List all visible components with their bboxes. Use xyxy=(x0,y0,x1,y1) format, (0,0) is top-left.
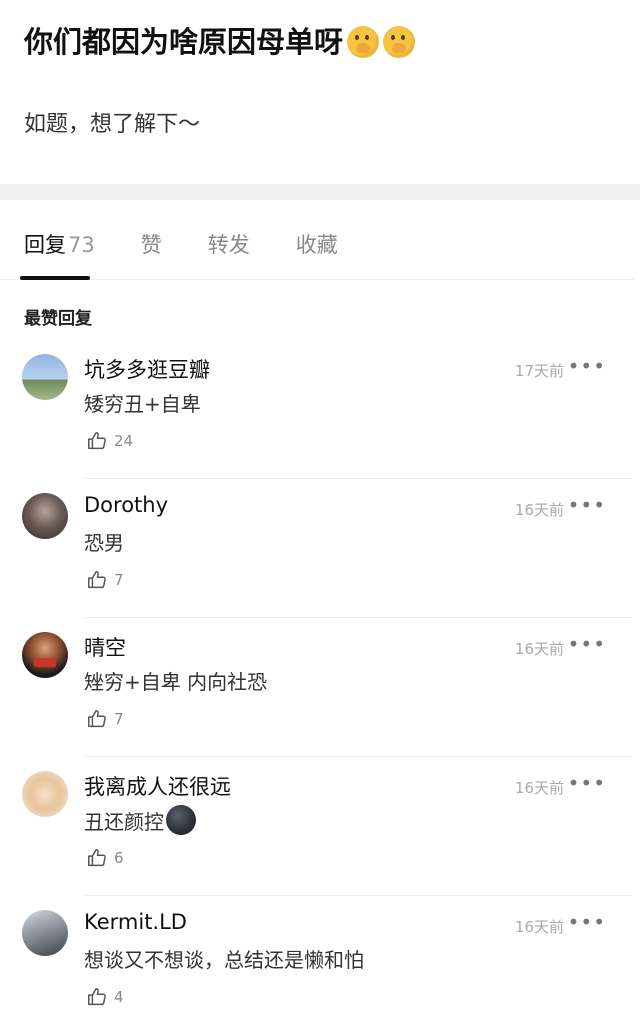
avatar[interactable] xyxy=(22,632,68,678)
comment-text: 丑还颜控 xyxy=(84,809,164,834)
tab-replies[interactable]: 回复73 xyxy=(24,229,95,279)
post-title: 你们都因为啥原因母单呀 xyxy=(24,25,344,59)
avatar[interactable] xyxy=(22,771,68,817)
comment-text: 矮穷丑+自卑 xyxy=(84,392,201,416)
comment-text-row: 丑还颜控 xyxy=(84,805,196,835)
comment-item: Kermit.LD 想谈又不想谈，总结还是懒和怕 4 16天前 ••• xyxy=(0,896,640,1023)
comment-time: 16天前 xyxy=(514,779,564,797)
tab-replies-label: 回复 xyxy=(24,233,66,257)
comment-author[interactable]: 晴空 xyxy=(84,632,126,662)
more-dots-icon[interactable]: ••• xyxy=(568,771,606,795)
post-body: 如题，想了解下～ xyxy=(24,112,201,137)
post-title-row: 你们都因为啥原因母单呀 xyxy=(24,22,616,62)
dark-face-emoji-icon xyxy=(166,805,196,835)
comment-item: 晴空 矬穷+自卑 内向社恐 7 16天前 ••• xyxy=(0,618,640,757)
like-button[interactable]: 7 xyxy=(86,569,124,591)
section-divider xyxy=(0,184,640,200)
comment-item: 坑多多逛豆瓣 矮穷丑+自卑 24 17天前 ••• xyxy=(0,340,640,479)
more-dots-icon[interactable]: ••• xyxy=(568,910,606,934)
like-button[interactable]: 4 xyxy=(86,986,124,1008)
comment-author[interactable]: 我离成人还很远 xyxy=(84,771,231,801)
like-button[interactable]: 6 xyxy=(86,847,124,869)
thumbs-up-icon xyxy=(88,571,106,589)
tab-likes[interactable]: 赞 xyxy=(141,229,162,279)
hand-over-mouth-emoji-icon xyxy=(347,26,380,58)
like-button[interactable]: 24 xyxy=(86,430,133,452)
like-count: 6 xyxy=(114,849,124,867)
comment-text: 恐男 xyxy=(84,531,124,555)
comment-time: 16天前 xyxy=(514,501,564,519)
comment-author[interactable]: Dorothy xyxy=(84,493,168,517)
avatar[interactable] xyxy=(22,910,68,956)
more-dots-icon[interactable]: ••• xyxy=(568,493,606,517)
comment-text: 想谈又不想谈，总结还是懒和怕 xyxy=(84,948,364,972)
more-dots-icon[interactable]: ••• xyxy=(568,354,606,378)
top-replies-label: 最赞回复 xyxy=(24,309,92,329)
comment-item: 我离成人还很远 丑还颜控 6 16天前 ••• xyxy=(0,757,640,896)
comment-time: 16天前 xyxy=(514,918,564,936)
post-header: 你们都因为啥原因母单呀 如题，想了解下～ xyxy=(0,0,640,184)
comment-author[interactable]: Kermit.LD xyxy=(84,910,187,934)
like-count: 4 xyxy=(114,988,124,1006)
comment-time: 16天前 xyxy=(514,640,564,658)
more-dots-icon[interactable]: ••• xyxy=(568,632,606,656)
like-count: 7 xyxy=(114,710,124,728)
comment-author[interactable]: 坑多多逛豆瓣 xyxy=(84,354,210,384)
tab-reposts[interactable]: 转发 xyxy=(208,229,250,279)
avatar[interactable] xyxy=(22,354,68,400)
like-count: 7 xyxy=(114,571,124,589)
hand-over-mouth-emoji-icon xyxy=(383,26,416,58)
tab-replies-count: 73 xyxy=(68,233,95,257)
comment-text: 矬穷+自卑 内向社恐 xyxy=(84,670,268,694)
comment-item: Dorothy 恐男 7 16天前 ••• xyxy=(0,479,640,618)
tab-bar: 回复73 赞 转发 收藏 xyxy=(0,200,634,280)
like-button[interactable]: 7 xyxy=(86,708,124,730)
avatar[interactable] xyxy=(22,493,68,539)
tab-favorites[interactable]: 收藏 xyxy=(296,229,338,279)
thumbs-up-icon xyxy=(88,432,106,450)
comment-time: 17天前 xyxy=(514,362,564,380)
thumbs-up-icon xyxy=(88,849,106,867)
active-tab-indicator xyxy=(20,276,90,280)
thumbs-up-icon xyxy=(88,710,106,728)
like-count: 24 xyxy=(114,432,134,450)
thumbs-up-icon xyxy=(88,988,106,1006)
